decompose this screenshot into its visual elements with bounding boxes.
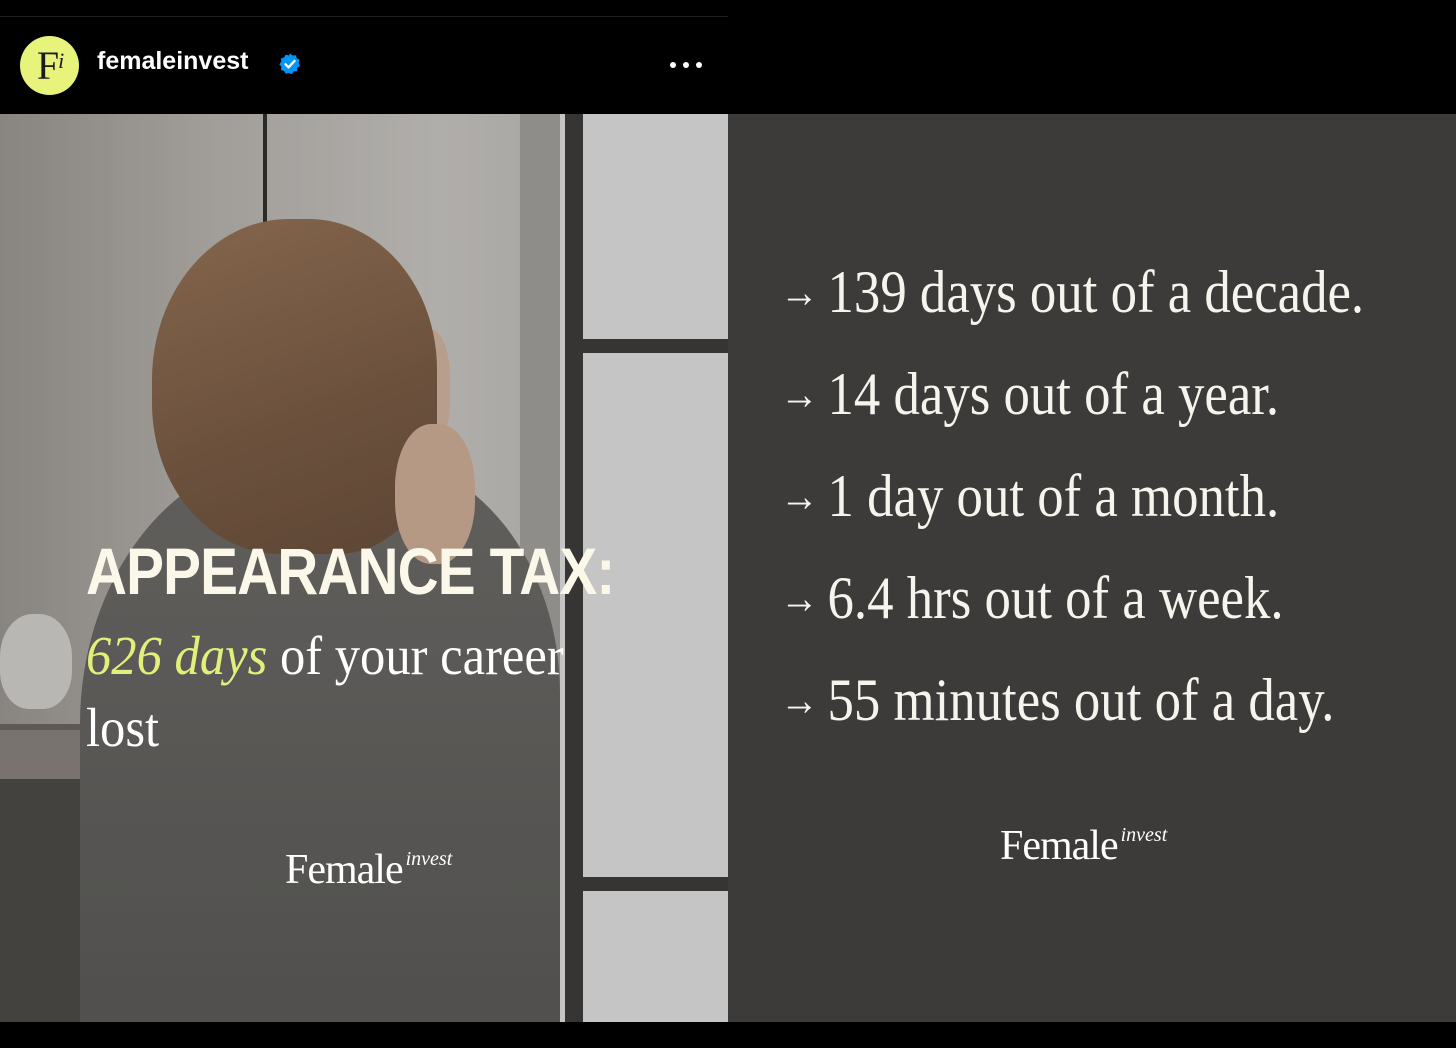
dot: [683, 62, 689, 68]
arrow-right-icon: →: [780, 268, 819, 317]
logo-main: Female: [1000, 823, 1119, 869]
slide-subtitle: 626 days of your career lost: [86, 620, 601, 764]
femaleinvest-logo: Female invest: [1000, 822, 1167, 870]
avatar-letter: F: [36, 42, 59, 88]
post-header: Fi femaleinvest: [0, 16, 728, 115]
logo-sup: invest: [405, 848, 453, 870]
username-link[interactable]: femaleinvest: [97, 47, 248, 76]
dot: [696, 62, 702, 68]
avatar-sup: i: [58, 47, 64, 73]
list-item: → 6.4 hrs out of a week.: [780, 550, 1364, 652]
bottom-bar: [0, 1022, 1456, 1048]
list-item: → 139 days out of a decade.: [780, 244, 1364, 346]
arrow-right-icon: →: [780, 676, 819, 725]
list-item: → 14 days out of a year.: [780, 346, 1364, 448]
subtitle-highlight: 626 days: [86, 625, 268, 686]
arrow-right-icon: →: [780, 370, 819, 419]
femaleinvest-logo: Female invest: [285, 846, 452, 894]
verified-badge-icon: [279, 53, 300, 75]
arrow-right-icon: →: [780, 574, 819, 623]
list-item-text: 1 day out of a month.: [827, 463, 1280, 529]
slide-photo[interactable]: APPEARANCE TAX: 626 days of your career …: [0, 114, 728, 1022]
logo-sup: invest: [1120, 824, 1168, 846]
list-item-text: 55 minutes out of a day.: [827, 667, 1335, 733]
slide-stats[interactable]: → 139 days out of a decade. → 14 days out …: [728, 114, 1456, 1022]
list-item-text: 139 days out of a decade.: [827, 259, 1365, 325]
stats-list: → 139 days out of a decade. → 14 days out …: [780, 244, 1444, 754]
profile-avatar[interactable]: Fi: [20, 36, 79, 95]
dot: [670, 62, 676, 68]
slide-title: APPEARANCE TAX:: [86, 534, 615, 608]
list-item-text: 14 days out of a year.: [827, 361, 1280, 427]
list-item-text: 6.4 hrs out of a week.: [827, 565, 1284, 631]
logo-main: Female: [285, 847, 404, 893]
list-item: → 55 minutes out of a day.: [780, 652, 1364, 754]
list-item: → 1 day out of a month.: [780, 448, 1364, 550]
arrow-right-icon: →: [780, 472, 819, 521]
avatar-logo: Fi: [36, 42, 64, 88]
more-options-icon[interactable]: [666, 51, 706, 79]
